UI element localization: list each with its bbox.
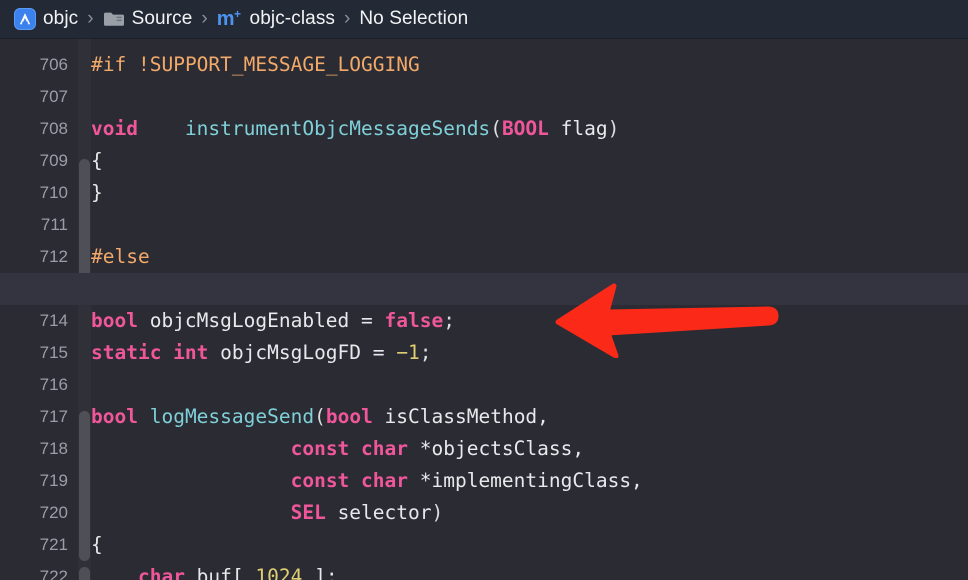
breadcrumb-separator-2: ›: [201, 8, 208, 29]
breadcrumb-item-selection[interactable]: No Selection: [359, 0, 468, 38]
source-editor[interactable]: 7057067077087097107117127137147157167177…: [0, 39, 968, 580]
breadcrumb-separator-3: ›: [344, 8, 351, 29]
xcode-window: objc › Source › m + objc-class › No Selec…: [0, 0, 968, 580]
objc-m-file-icon-superscript: +: [234, 7, 241, 21]
breadcrumb-label-project: objc: [43, 8, 79, 29]
breadcrumb: objc › Source › m + objc-class › No Selec…: [0, 0, 968, 39]
breadcrumb-separator-1: ›: [87, 8, 94, 29]
editor-line-row[interactable]: [0, 49, 968, 81]
editor-line-row[interactable]: [0, 401, 968, 433]
breadcrumb-label-file: objc-class: [249, 8, 336, 29]
editor-line-row[interactable]: [0, 273, 968, 305]
breadcrumb-label-folder: Source: [131, 8, 193, 29]
breadcrumb-item-folder[interactable]: Source: [103, 0, 193, 38]
editor-line-row[interactable]: [0, 81, 968, 113]
breadcrumb-item-project[interactable]: objc: [14, 0, 78, 38]
editor-line-row[interactable]: [0, 113, 968, 145]
editor-line-row[interactable]: [0, 209, 968, 241]
objc-m-file-icon-glyph: m: [216, 8, 235, 30]
xcode-project-icon: [14, 8, 36, 30]
objc-m-file-icon: m +: [216, 7, 243, 30]
editor-line-row[interactable]: [0, 39, 968, 49]
editor-line-row[interactable]: [0, 241, 968, 273]
editor-line-row[interactable]: [0, 433, 968, 465]
editor-line-row[interactable]: [0, 369, 968, 401]
editor-line-row[interactable]: [0, 465, 968, 497]
editor-line-row[interactable]: [0, 177, 968, 209]
editor-line-row[interactable]: [0, 337, 968, 369]
editor-line-row[interactable]: [0, 497, 968, 529]
editor-line-row[interactable]: [0, 305, 968, 337]
editor-line-row[interactable]: [0, 529, 968, 561]
editor-line-row[interactable]: [0, 145, 968, 177]
breadcrumb-item-file[interactable]: m + objc-class: [217, 0, 335, 38]
breadcrumb-label-selection: No Selection: [359, 8, 469, 29]
folder-icon: [103, 10, 125, 28]
editor-line-row[interactable]: [0, 561, 968, 580]
